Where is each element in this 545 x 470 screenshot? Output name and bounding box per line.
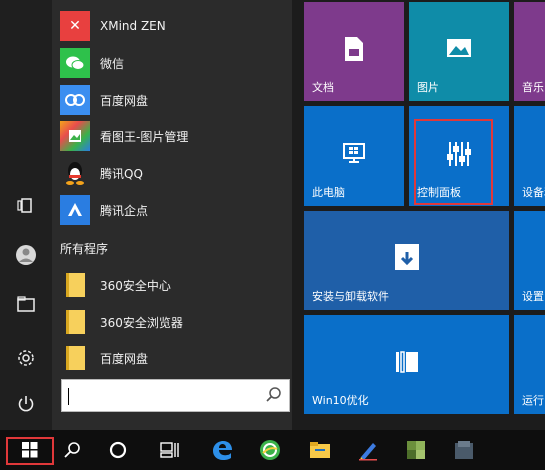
tile-label: 设备和 bbox=[522, 186, 545, 199]
search-icon[interactable] bbox=[265, 386, 283, 404]
list-item-picture-manager[interactable]: 看图王-图片管理 bbox=[60, 118, 290, 154]
search-icon bbox=[64, 442, 80, 458]
search-input[interactable] bbox=[61, 379, 290, 412]
app-label: 腾讯企点 bbox=[100, 203, 149, 218]
app-label: 看图王-图片管理 bbox=[100, 129, 189, 144]
pen-app-taskbar-button[interactable] bbox=[346, 430, 390, 470]
file-explorer-rail-icon[interactable] bbox=[0, 284, 52, 324]
xmind-icon: ✕ bbox=[60, 11, 90, 41]
document-icon bbox=[345, 37, 363, 61]
start-button-highlight bbox=[6, 437, 54, 465]
app-icon bbox=[455, 441, 473, 459]
file-explorer-icon bbox=[310, 442, 330, 458]
folder-icon bbox=[60, 307, 90, 337]
browser-360-icon bbox=[260, 440, 280, 460]
picture-manager-icon bbox=[60, 121, 90, 151]
tile-label: 此电脑 bbox=[312, 186, 345, 199]
tile-programs[interactable]: 安装与卸载软件 bbox=[304, 211, 509, 310]
tile-label: 图片 bbox=[417, 81, 439, 94]
edge-taskbar-button[interactable] bbox=[200, 430, 244, 470]
cortana-icon bbox=[109, 441, 127, 459]
app-icon bbox=[407, 441, 425, 459]
app-label: 百度网盘 bbox=[100, 93, 149, 108]
tile-this-pc[interactable]: 此电脑 bbox=[304, 106, 404, 206]
cortana-button[interactable] bbox=[98, 430, 138, 470]
power-icon[interactable] bbox=[0, 384, 52, 424]
tile-label: 运行 bbox=[522, 394, 544, 407]
app-list: ✕ XMind ZEN 微信 百度网盘 看图王-图片管理 腾讯QQ 腾讯企点 所… bbox=[52, 0, 292, 430]
app-label: 360安全中心 bbox=[100, 278, 171, 293]
tile-music[interactable]: 音乐 bbox=[514, 2, 545, 101]
tile-label: 文档 bbox=[312, 81, 334, 94]
browser-360-taskbar-button[interactable] bbox=[248, 430, 292, 470]
live-tiles-area: 文档 图片 音乐 此电脑 控制面板 设备和 安装与卸载软件 设置 Win10优化… bbox=[292, 0, 545, 430]
control-panel-highlight bbox=[414, 119, 493, 205]
programs-install-icon bbox=[394, 244, 419, 270]
task-view-icon bbox=[160, 442, 179, 458]
app-label: 腾讯QQ bbox=[100, 166, 143, 181]
app-taskbar-button[interactable] bbox=[394, 430, 438, 470]
start-left-rail bbox=[0, 0, 52, 430]
list-item-xmind[interactable]: ✕ XMind ZEN bbox=[60, 8, 290, 44]
tile-label: Win10优化 bbox=[312, 394, 369, 407]
text-caret bbox=[68, 388, 69, 405]
pen-app-icon bbox=[359, 443, 377, 461]
settings-gear-icon[interactable] bbox=[0, 338, 52, 378]
tile-label: 音乐 bbox=[522, 81, 544, 94]
list-item-baidu-netdisk-folder[interactable]: 百度网盘 bbox=[60, 340, 290, 376]
list-item-tencent-qidian[interactable]: 腾讯企点 bbox=[60, 192, 290, 228]
folder-icon bbox=[60, 270, 90, 300]
edge-icon bbox=[213, 441, 232, 460]
qq-icon bbox=[60, 158, 90, 188]
app-taskbar-button[interactable] bbox=[442, 430, 486, 470]
baidu-netdisk-icon bbox=[60, 85, 90, 115]
tile-run[interactable]: 运行 bbox=[514, 315, 545, 414]
folder-icon bbox=[60, 343, 90, 373]
tile-label: 设置 bbox=[522, 290, 544, 303]
wechat-icon bbox=[60, 48, 90, 78]
tile-devices[interactable]: 设备和 bbox=[514, 106, 545, 206]
win10opt-icon bbox=[395, 351, 418, 373]
list-item-360-security[interactable]: 360安全中心 bbox=[60, 267, 290, 303]
taskbar bbox=[0, 430, 545, 470]
app-label: 百度网盘 bbox=[100, 351, 149, 366]
tile-documents[interactable]: 文档 bbox=[304, 2, 404, 101]
list-item-baidu-netdisk[interactable]: 百度网盘 bbox=[60, 82, 290, 118]
app-label: XMind ZEN bbox=[100, 19, 166, 33]
app-label: 360安全浏览器 bbox=[100, 315, 183, 330]
tablet-mode-icon[interactable] bbox=[0, 186, 52, 226]
all-programs-header: 所有程序 bbox=[60, 242, 109, 256]
tile-win10opt[interactable]: Win10优化 bbox=[304, 315, 509, 414]
task-view-button[interactable] bbox=[150, 430, 190, 470]
file-explorer-taskbar-button[interactable] bbox=[298, 430, 342, 470]
tile-pictures[interactable]: 图片 bbox=[409, 2, 509, 101]
user-avatar-icon[interactable] bbox=[0, 235, 52, 275]
taskbar-search-button[interactable] bbox=[52, 430, 92, 470]
list-item-wechat[interactable]: 微信 bbox=[60, 45, 290, 81]
tile-settings[interactable]: 设置 bbox=[514, 211, 545, 310]
tencent-qidian-icon bbox=[60, 195, 90, 225]
picture-icon bbox=[447, 39, 471, 57]
list-item-qq[interactable]: 腾讯QQ bbox=[60, 155, 290, 191]
tile-label: 安装与卸载软件 bbox=[312, 290, 389, 303]
app-label: 微信 bbox=[100, 56, 125, 71]
computer-icon bbox=[343, 143, 365, 163]
list-item-360-browser[interactable]: 360安全浏览器 bbox=[60, 304, 290, 340]
